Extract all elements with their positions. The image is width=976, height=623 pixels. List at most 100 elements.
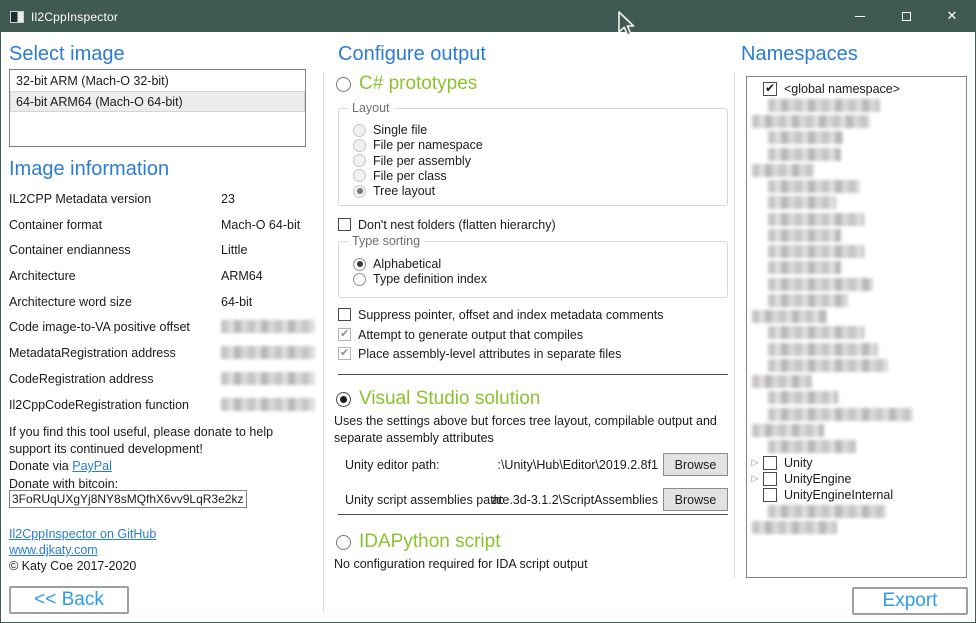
titlebar[interactable]: Il2CppInspector ✕ [1,1,975,32]
select-image-list[interactable]: 32-bit ARM (Mach-O 32-bit)64-bit ARM64 (… [9,69,306,147]
donate-message: If you find this tool useful, please don… [9,424,311,458]
checkbox-label: Suppress pointer, offset and index metad… [358,308,664,322]
namespace-item-redacted[interactable] [747,244,966,260]
checkbox-attempt-to-generate-output-that-compiles[interactable] [338,328,351,341]
layout-groupbox: Layout Single fileFile per namespaceFile… [338,108,728,206]
namespace-checkbox-unityengineinternal[interactable] [763,488,777,502]
checkbox-option-attempt-to-generate-output-that-compiles[interactable]: Attempt to generate output that compiles [338,328,583,342]
namespaces-list[interactable]: <global namespace> ▷Unity▷UnityEngineUnit… [746,76,967,578]
unity-script-browse-button[interactable]: Browse [663,488,728,511]
namespace-item-redacted[interactable] [747,179,966,195]
idapython-option[interactable]: IDAPython script [336,531,501,553]
csharp-prototypes-option[interactable]: C# prototypes [336,73,477,95]
namespace-item-redacted[interactable] [747,114,966,130]
namespace-item-redacted[interactable] [747,390,966,406]
radio-option-single-file[interactable]: Single file [353,123,427,137]
redacted-namespace [768,326,864,339]
namespace-item-global-namespace[interactable]: <global namespace> [747,81,966,97]
expander-icon[interactable]: ▷ [747,471,763,487]
window-title: Il2CppInspector [31,10,118,24]
paypal-link[interactable]: PayPal [72,459,112,473]
radio-single-file[interactable] [353,124,366,137]
redacted-namespace [752,115,870,128]
namespace-item-redacted[interactable] [747,130,966,146]
image-list-item-64-bit-arm64-mach-o-64-bit[interactable]: 64-bit ARM64 (Mach-O 64-bit) [10,91,305,112]
radio-file-per-assembly[interactable] [353,154,366,167]
redacted-value [221,320,315,333]
namespace-item-redacted[interactable] [747,227,966,243]
namespace-label: <global namespace> [784,82,900,96]
minimize-button[interactable] [837,1,883,32]
namespace-item-redacted[interactable] [747,439,966,455]
flatten-hierarchy-option[interactable]: Don't nest folders (flatten hierarchy) [338,218,556,232]
namespace-item-redacted[interactable] [747,260,966,276]
namespace-checkbox-unityengine[interactable] [763,472,777,486]
image-info-rows: IL2CPP Metadata version23Container forma… [9,192,319,423]
csharp-prototypes-radio[interactable] [336,77,351,92]
radio-file-per-class[interactable] [353,169,366,182]
radio-type-definition-index[interactable] [353,273,366,286]
namespace-item-redacted[interactable] [747,341,966,357]
namespace-item-redacted[interactable] [747,357,966,373]
bitcoin-address-input[interactable] [9,490,247,508]
github-link[interactable]: Il2CppInspector on GitHub [9,527,156,541]
namespace-item-redacted[interactable] [747,146,966,162]
namespace-item-redacted[interactable] [747,292,966,308]
info-row-metadataregistration-address: MetadataRegistration address [9,346,319,372]
radio-tree-layout[interactable] [353,185,366,198]
website-link[interactable]: www.djkaty.com [9,543,98,557]
namespace-item-redacted[interactable] [747,504,966,520]
namespace-item-redacted[interactable] [747,325,966,341]
unity-script-path-row: Unity script assemblies path: ate.3d-3.1… [345,488,728,512]
radio-option-alphabetical[interactable]: Alphabetical [353,257,441,271]
namespace-item-redacted[interactable] [747,97,966,113]
namespace-item-redacted[interactable] [747,422,966,438]
unity-editor-path-value[interactable]: :\Unity\Hub\Editor\2019.2.8f1 [488,458,658,472]
redacted-namespace [768,213,864,226]
back-button[interactable]: << Back [9,586,129,614]
idapython-radio[interactable] [336,535,351,550]
checkbox-suppress-pointer-offset-and-index-metadata-comments[interactable] [338,308,351,321]
namespace-item-redacted[interactable] [747,374,966,390]
csharp-prototypes-label: C# prototypes [359,73,477,95]
namespace-item-unityengineinternal[interactable]: UnityEngineInternal [747,487,966,503]
export-button[interactable]: Export [852,587,968,615]
namespace-checkbox-unity[interactable] [763,456,777,470]
namespace-item-redacted[interactable] [747,520,966,536]
redacted-namespace [768,343,878,356]
configure-output-panel: Configure output C# prototypes Layout Si… [333,32,729,623]
radio-option-tree-layout[interactable]: Tree layout [353,184,435,198]
visual-studio-option[interactable]: Visual Studio solution [336,388,540,410]
checkbox-place-assembly-level-attributes-in-separate-files[interactable] [338,347,351,360]
flatten-hierarchy-checkbox[interactable] [338,218,351,231]
radio-alphabetical[interactable] [353,258,366,271]
maximize-button[interactable] [883,1,929,32]
unity-editor-browse-button[interactable]: Browse [663,453,728,476]
checkbox-option-suppress-pointer-offset-and-index-metadata-comments[interactable]: Suppress pointer, offset and index metad… [338,308,664,322]
namespace-checkbox-global-namespace[interactable] [763,82,777,96]
info-value: Little [221,243,247,257]
namespace-item-unity[interactable]: ▷Unity [747,455,966,471]
namespace-item-unityengine[interactable]: ▷UnityEngine [747,471,966,487]
donate-paypal-prefix: Donate via [9,459,72,473]
image-list-item-32-bit-arm-mach-o-32-bit[interactable]: 32-bit ARM (Mach-O 32-bit) [10,70,305,91]
radio-option-file-per-namespace[interactable]: File per namespace [353,138,483,152]
redacted-namespace [752,375,812,388]
namespace-item-redacted[interactable] [747,276,966,292]
radio-file-per-namespace[interactable] [353,139,366,152]
namespace-item-redacted[interactable] [747,406,966,422]
close-button[interactable]: ✕ [929,1,975,32]
info-label: MetadataRegistration address [9,346,221,360]
unity-script-path-value[interactable]: ate.3d-3.1.2\ScriptAssemblies [488,493,658,507]
namespace-item-redacted[interactable] [747,211,966,227]
namespace-item-redacted[interactable] [747,195,966,211]
namespace-item-redacted[interactable] [747,309,966,325]
radio-label: File per namespace [373,138,483,152]
checkbox-option-place-assembly-level-attributes-in-separate-files[interactable]: Place assembly-level attributes in separ… [338,347,621,361]
expander-icon[interactable]: ▷ [747,455,763,471]
radio-option-file-per-assembly[interactable]: File per assembly [353,154,471,168]
namespace-item-redacted[interactable] [747,162,966,178]
radio-option-type-definition-index[interactable]: Type definition index [353,272,487,286]
radio-option-file-per-class[interactable]: File per class [353,169,447,183]
visual-studio-radio[interactable] [336,392,351,407]
